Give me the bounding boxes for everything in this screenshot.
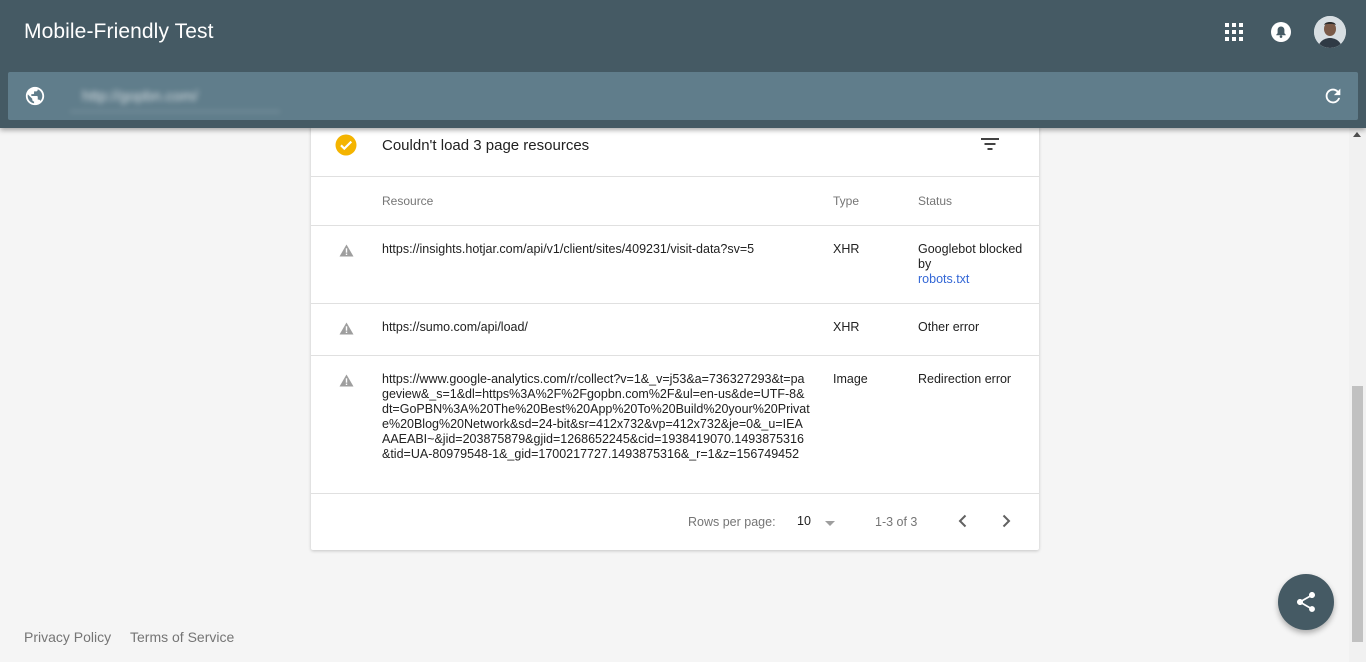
pagination: Rows per page: 10 1-3 of 3	[311, 494, 1039, 550]
status-text: Googlebot blocked by	[918, 242, 1023, 271]
resource-status: Other error	[918, 320, 980, 334]
chevron-left-icon[interactable]	[954, 510, 972, 532]
rows-per-page-value: 10	[797, 514, 811, 528]
apps-grid-icon[interactable]	[1224, 22, 1244, 42]
bell-icon[interactable]	[1270, 21, 1292, 43]
warning-icon	[339, 244, 354, 257]
resource-type: Image	[833, 372, 868, 386]
table-row: https://www.google-analytics.com/r/colle…	[311, 356, 1039, 494]
warning-icon	[339, 374, 354, 387]
avatar[interactable]	[1314, 16, 1346, 48]
table-row: https://sumo.com/api/load/ XHR Other err…	[311, 304, 1039, 356]
url-input[interactable]	[70, 82, 280, 112]
resource-status: Redirection error	[918, 372, 1012, 386]
table-header-row	[311, 177, 1039, 226]
scrollbar-thumb[interactable]	[1352, 386, 1363, 642]
chevron-right-icon[interactable]	[997, 510, 1015, 532]
check-circle-icon	[335, 134, 357, 156]
user-avatar-icon	[1314, 16, 1346, 48]
url-bar	[8, 72, 1358, 120]
scroll-up-arrow-icon[interactable]	[1353, 132, 1361, 137]
warning-icon	[339, 322, 354, 335]
scrollbar[interactable]	[1349, 128, 1366, 662]
robots-txt-link[interactable]: robots.txt	[918, 272, 969, 286]
resource-type: XHR	[833, 320, 860, 334]
resource-url: https://www.google-analytics.com/r/colle…	[382, 372, 810, 461]
resource-status: Googlebot blocked by robots.txt	[918, 242, 1028, 287]
terms-of-service-link[interactable]: Terms of Service	[130, 629, 234, 645]
chevron-down-icon	[825, 521, 835, 526]
app-title: Mobile-Friendly Test	[24, 20, 214, 43]
globe-icon	[25, 86, 45, 106]
share-button[interactable]	[1278, 574, 1334, 630]
page-range: 1-3 of 3	[875, 515, 918, 529]
resources-card: Couldn't load 3 page resources Resource …	[311, 108, 1039, 550]
refresh-icon[interactable]	[1322, 85, 1344, 107]
privacy-policy-link[interactable]: Privacy Policy	[24, 629, 111, 645]
card-title: Couldn't load 3 page resources	[382, 137, 590, 154]
table-row: https://insights.hotjar.com/api/v1/clien…	[311, 226, 1039, 304]
resource-url: https://sumo.com/api/load/	[382, 320, 528, 334]
resource-url: https://insights.hotjar.com/api/v1/clien…	[382, 242, 755, 256]
share-icon	[1297, 592, 1315, 612]
rows-per-page-select[interactable]: 10	[797, 514, 841, 532]
resource-type: XHR	[833, 242, 860, 256]
app-header: Mobile-Friendly Test	[0, 0, 1366, 128]
rows-per-page-label: Rows per page:	[688, 515, 776, 529]
filter-icon[interactable]	[979, 134, 1001, 154]
